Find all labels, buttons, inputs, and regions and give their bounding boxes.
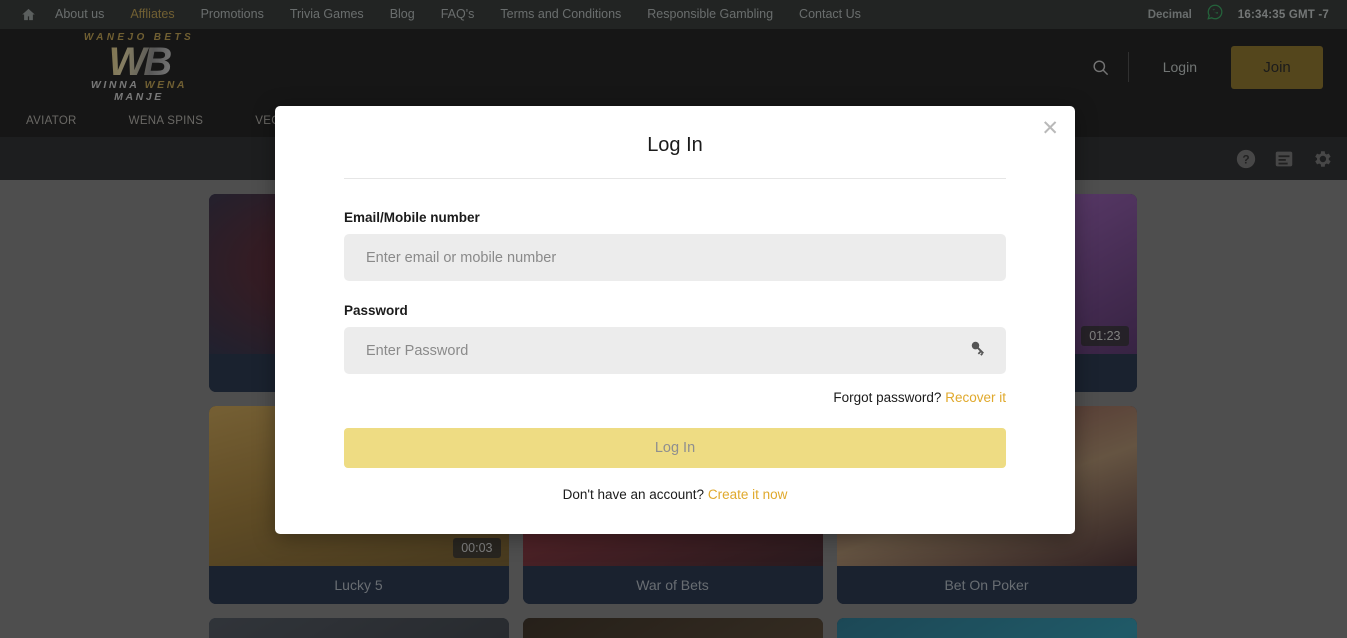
login-modal: ✕ Log In Email/Mobile number Password [275, 106, 1075, 534]
key-icon[interactable] [965, 340, 986, 366]
forgot-password-row: Forgot password? Recover it [344, 390, 1006, 405]
modal-title: Log In [344, 106, 1006, 179]
signup-prompt-text: Don't have an account? [562, 487, 705, 502]
login-form: Email/Mobile number Password Forgot pas [275, 179, 1075, 502]
recover-password-link[interactable]: Recover it [945, 390, 1006, 405]
email-input[interactable] [344, 234, 1006, 281]
email-field-wrapper [344, 234, 1006, 281]
password-field-wrapper [344, 327, 1006, 374]
close-icon[interactable]: ✕ [1041, 118, 1059, 139]
login-submit-button[interactable]: Log In [344, 428, 1006, 468]
password-input[interactable] [344, 327, 1006, 374]
email-field-label: Email/Mobile number [344, 210, 480, 225]
forgot-password-text: Forgot password? [833, 390, 942, 405]
password-field-label: Password [344, 303, 408, 318]
create-account-link[interactable]: Create it now [708, 487, 788, 502]
signup-row: Don't have an account? Create it now [344, 487, 1006, 502]
app-root: About us Affliates Promotions Trivia Gam… [0, 0, 1347, 638]
